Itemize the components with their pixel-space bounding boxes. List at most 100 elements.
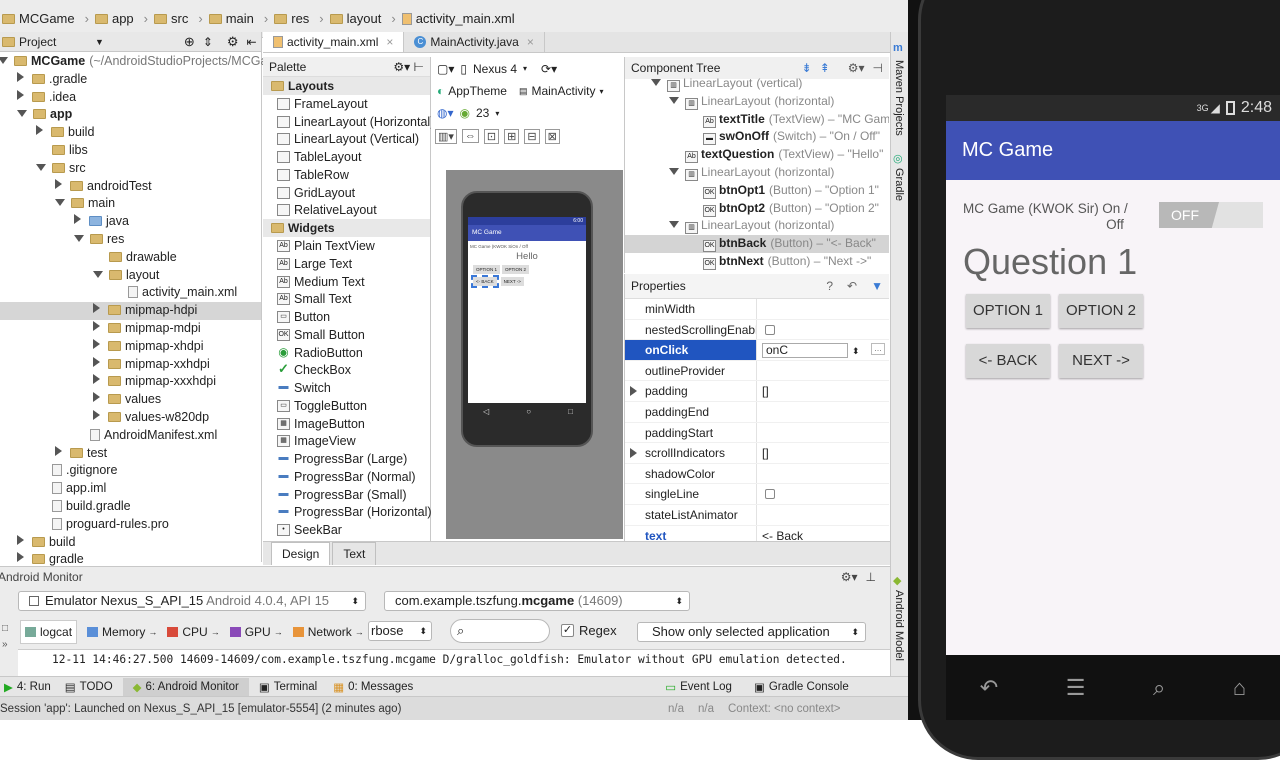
gear-icon[interactable]: ⚙▾	[848, 61, 865, 75]
chevron-down-icon[interactable]	[669, 221, 679, 229]
project-tree-item[interactable]: values-w820dp	[0, 409, 261, 427]
project-tree-item[interactable]: .gitignore	[0, 462, 261, 480]
help-icon[interactable]: ?	[826, 279, 833, 293]
palette-item[interactable]: Ab Plain TextView	[263, 237, 430, 255]
palette-item[interactable]: TableRow	[263, 166, 430, 184]
chevron-down-icon[interactable]	[55, 199, 65, 207]
layout-variant-icon[interactable]: ▢▾	[437, 62, 454, 76]
hide-icon[interactable]: ⊢	[414, 60, 424, 74]
locale-icon[interactable]: ◍▾	[437, 106, 454, 120]
palette-item[interactable]: GridLayout	[263, 184, 430, 202]
gear-icon[interactable]: ⚙▾	[393, 60, 410, 74]
android-monitor-tool-button[interactable]: ◆ 6: Android Monitor	[122, 677, 249, 696]
log-area[interactable]: 12-11 14:46:27.500 14609-14609/com.examp…	[18, 649, 890, 677]
chevron-right-icon[interactable]	[93, 392, 100, 403]
chevron-down-icon[interactable]	[36, 163, 46, 171]
more-icon[interactable]: »	[2, 637, 16, 653]
align-icon[interactable]: ⊞	[504, 128, 520, 144]
chevron-down-icon[interactable]: ▾	[599, 87, 603, 96]
property-row[interactable]: shadowColor	[625, 463, 889, 485]
onclick-combo-input[interactable]: onC	[762, 343, 848, 359]
hide-icon[interactable]: ⊥	[866, 570, 876, 584]
palette-item[interactable]: OK Small Button	[263, 326, 430, 344]
emulator-screen[interactable]: MC Game MC Game (KWOK Sir) On / Off OFF …	[946, 121, 1280, 655]
tab-logcat[interactable]: logcat	[20, 620, 78, 644]
log-level-combo[interactable]: rbose ⬍	[368, 621, 432, 641]
property-value-cell[interactable]	[756, 299, 889, 319]
design-canvas[interactable]: 6:00 MC Game MC Game (KWOK SiOn / Off He…	[446, 170, 623, 539]
chevron-right-icon[interactable]	[93, 320, 100, 331]
option1-button[interactable]: OPTION 1	[966, 294, 1050, 328]
project-tree-item[interactable]: activity_main.xml	[0, 284, 261, 302]
tab-cpu[interactable]: CPU →	[167, 625, 220, 639]
component-tree-item[interactable]: OK btnOpt1 (Button) – "Option 1"	[625, 182, 889, 200]
palette-item[interactable]: LinearLayout (Horizontal)	[263, 113, 434, 131]
property-value-cell[interactable]	[756, 401, 889, 422]
gear-icon[interactable]: ⚙▾	[841, 570, 858, 584]
property-row[interactable]: minWidth	[625, 299, 889, 320]
breadcrumb-item[interactable]: › res	[258, 11, 309, 26]
terminal-tool-button[interactable]: ▣ Terminal	[259, 680, 317, 694]
property-value-cell[interactable]	[756, 484, 889, 504]
property-row[interactable]: paddingStart	[625, 422, 889, 444]
property-value-cell[interactable]	[756, 319, 889, 340]
property-checkbox[interactable]	[765, 489, 775, 500]
component-tree-item[interactable]: Ab textQuestion (TextView) – "Hello"	[625, 146, 889, 164]
palette-item[interactable]: ▬ ProgressBar (Horizontal)	[263, 504, 432, 522]
chevron-right-icon[interactable]	[17, 552, 24, 563]
maven-projects-tab[interactable]: Maven Projects	[893, 60, 905, 136]
palette-item[interactable]: ▭ ToggleButton	[263, 397, 430, 415]
run-tool-button[interactable]: ▶ 4: Run	[4, 680, 51, 694]
property-row[interactable]: onClick onC ⬍…	[625, 340, 889, 361]
palette-item[interactable]: Ab Small Text	[263, 291, 430, 309]
sync-icon[interactable]: ⊕	[184, 34, 195, 50]
project-tree-item[interactable]: mipmap-xxxhdpi	[0, 373, 261, 391]
filter-icon[interactable]: ▼	[871, 279, 883, 293]
preview-screen[interactable]: 6:00 MC Game MC Game (KWOK SiOn / Off He…	[468, 217, 586, 403]
property-value-cell[interactable]	[756, 463, 889, 484]
project-tree-item[interactable]: mipmap-mdpi	[0, 320, 261, 338]
project-tree-item[interactable]: app.iml	[0, 480, 261, 498]
project-tree-item[interactable]: AndroidManifest.xml	[0, 427, 261, 445]
project-tree-item[interactable]: drawable	[0, 249, 261, 267]
breadcrumb-item[interactable]: › layout	[313, 11, 381, 26]
palette-section-layouts[interactable]: Layouts	[263, 77, 430, 95]
view-mode-icon[interactable]: ▥▾	[435, 128, 457, 144]
palette-item[interactable]: ▬ ProgressBar (Large)	[263, 450, 430, 468]
orientation-icon[interactable]: ⟳▾	[541, 62, 557, 76]
component-tree-item[interactable]: OK btnBack (Button) – "<- Back"	[625, 235, 889, 253]
tab-main-activity-java[interactable]: C MainActivity.java ×	[404, 32, 545, 52]
tab-network[interactable]: Network →	[292, 625, 364, 639]
search-nav-icon[interactable]: ⌕	[1153, 675, 1165, 701]
chevron-down-icon[interactable]: ▼	[95, 37, 104, 47]
chevron-right-icon[interactable]	[93, 356, 100, 367]
tab-design[interactable]: Design	[271, 542, 331, 565]
property-value-cell[interactable]	[756, 422, 889, 443]
refresh-icon[interactable]: ⊠	[544, 128, 560, 144]
chevron-right-icon[interactable]	[17, 534, 24, 545]
chevron-down-icon[interactable]	[17, 110, 27, 118]
property-value-cell[interactable]	[756, 504, 889, 525]
menu-nav-icon[interactable]: ☰	[1066, 675, 1086, 701]
palette-item[interactable]: LinearLayout (Vertical)	[263, 131, 430, 149]
component-tree-item[interactable]: ▬ swOnOff (Switch) – "On / Off"	[625, 128, 889, 146]
filter-combo[interactable]: Show only selected application ⬍	[637, 622, 866, 642]
chevron-updown-icon[interactable]: ⬍	[852, 346, 860, 356]
tab-gpu[interactable]: GPU →	[229, 625, 283, 639]
chevron-right-icon[interactable]	[55, 178, 62, 189]
palette-item[interactable]: RelativeLayout	[263, 202, 430, 220]
palette-item[interactable]: Ab Large Text	[263, 255, 430, 273]
todo-tool-button[interactable]: ▤ TODO	[65, 680, 113, 694]
chevron-right-icon[interactable]	[74, 214, 81, 225]
more-icon[interactable]: …	[871, 343, 885, 356]
chevron-right-icon[interactable]	[93, 409, 100, 420]
project-tree-item[interactable]: values	[0, 391, 261, 409]
project-tree-item[interactable]: app	[0, 106, 261, 124]
breadcrumb-item[interactable]: MCGame	[2, 11, 75, 26]
chevron-right-icon[interactable]	[17, 71, 24, 82]
project-tree-item[interactable]: proguard-rules.pro	[0, 516, 261, 534]
property-row[interactable]: padding []	[625, 381, 889, 402]
project-tree-item[interactable]: .idea	[0, 89, 261, 107]
chevron-right-icon[interactable]	[630, 386, 637, 397]
back-button[interactable]: <- BACK	[966, 344, 1050, 378]
